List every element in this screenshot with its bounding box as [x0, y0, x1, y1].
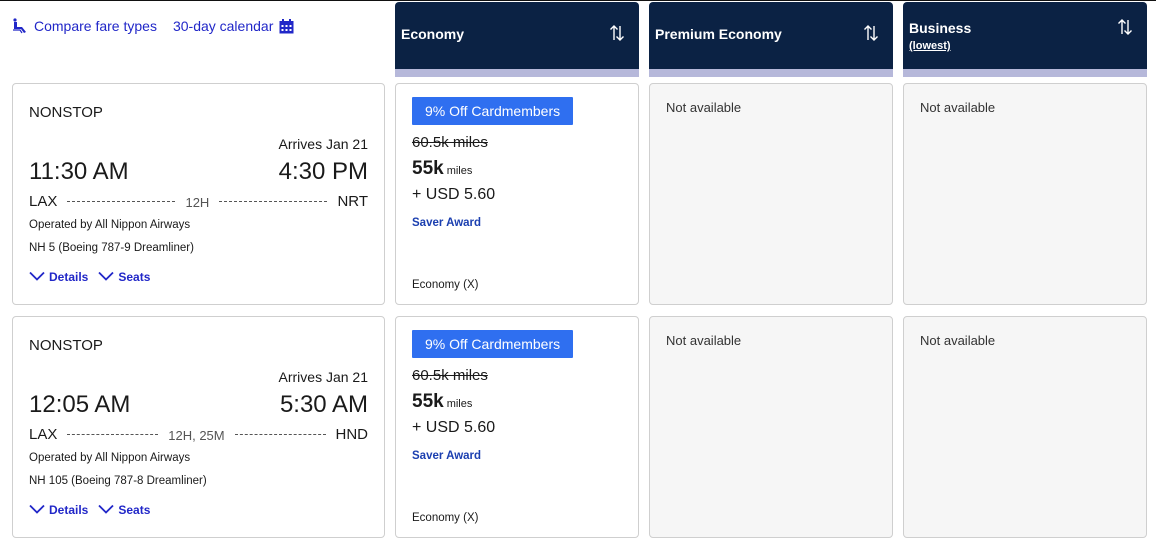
business-fare-card: Not available	[903, 83, 1147, 305]
route-line	[234, 433, 326, 435]
seats-label: Seats	[118, 503, 151, 517]
route-line	[219, 200, 328, 202]
seats-toggle[interactable]: Seats	[98, 503, 150, 517]
economy-fare-card[interactable]: 9% Off Cardmembers 60.5k miles 55k miles …	[395, 316, 639, 538]
not-available-label: Not available	[666, 333, 742, 348]
not-available-label: Not available	[920, 333, 996, 348]
operated-by: Operated by All Nippon Airways	[29, 219, 191, 231]
details-toggle[interactable]: Details	[29, 503, 88, 517]
seats-label: Seats	[118, 270, 151, 284]
duration: 12H, 25M	[168, 428, 225, 443]
original-price: 60.5k miles	[412, 134, 488, 151]
column-title: Premium Economy	[655, 26, 782, 42]
top-border	[0, 0, 1156, 1]
column-title: Business	[909, 20, 972, 36]
column-header-bar	[649, 69, 893, 77]
column-header-economy[interactable]: Economy	[395, 2, 639, 77]
duration: 12H	[185, 195, 210, 210]
departure-time: 11:30 AM	[29, 158, 129, 185]
column-subtitle-link[interactable]: (lowest)	[909, 40, 951, 52]
details-label: Details	[49, 270, 89, 284]
stops-label: NONSTOP	[29, 104, 103, 121]
cabin-class: Economy (X)	[412, 279, 479, 291]
flight-card: NONSTOP Arrives Jan 21 11:30 AM 4:30 PM …	[12, 83, 385, 305]
flight-number: NH 105 (Boeing 787-8 Dreamliner)	[29, 475, 207, 487]
sort-icon[interactable]	[609, 24, 625, 47]
fare-unit: miles	[446, 165, 473, 177]
arrival-date: Arrives Jan 21	[278, 369, 368, 385]
route: LAX 12H NRT	[29, 192, 368, 211]
flight-number: NH 5 (Boeing 787-9 Dreamliner)	[29, 242, 194, 254]
fare-unit: miles	[446, 398, 473, 410]
fare-price: 55k miles	[412, 158, 472, 180]
route-line	[67, 433, 159, 435]
details-toggle[interactable]: Details	[29, 270, 88, 284]
column-header-bar	[395, 69, 639, 77]
chevron-down-icon	[29, 503, 45, 517]
arrival-date: Arrives Jan 21	[278, 136, 368, 152]
cabin-class: Economy (X)	[412, 512, 479, 524]
calendar-link[interactable]: 30-day calendar	[173, 18, 294, 34]
calendar-label: 30-day calendar	[172, 18, 274, 34]
fare-price: 55k miles	[412, 391, 472, 413]
toolbar: Compare fare types 30-day calendar	[12, 18, 294, 34]
flight-links: Details Seats	[29, 503, 150, 517]
column-header-bar	[903, 69, 1147, 77]
seats-toggle[interactable]: Seats	[98, 270, 150, 284]
economy-fare-card[interactable]: 9% Off Cardmembers 60.5k miles 55k miles …	[395, 83, 639, 305]
sort-icon[interactable]	[1117, 18, 1133, 41]
award-type: Saver Award	[412, 450, 482, 462]
compare-fare-types-link[interactable]: Compare fare types	[12, 18, 157, 34]
sort-icon[interactable]	[863, 24, 879, 47]
details-label: Details	[49, 503, 89, 517]
flight-links: Details Seats	[29, 270, 150, 284]
chevron-down-icon	[29, 270, 45, 284]
flight-card: NONSTOP Arrives Jan 21 12:05 AM 5:30 AM …	[12, 316, 385, 538]
arrival-time: 5:30 AM	[279, 391, 368, 418]
destination-airport: NRT	[337, 192, 368, 210]
cardmember-discount-badge[interactable]: 9% Off Cardmembers	[412, 330, 574, 358]
column-header-premium-economy[interactable]: Premium Economy	[649, 2, 893, 77]
fare-fee: + USD 5.60	[412, 419, 496, 436]
stops-label: NONSTOP	[29, 337, 103, 354]
column-title: Economy	[401, 26, 465, 42]
compare-fare-types-label: Compare fare types	[34, 18, 157, 34]
arrival-time: 4:30 PM	[278, 158, 368, 185]
calendar-icon	[279, 18, 294, 34]
not-available-label: Not available	[920, 100, 996, 115]
seat-icon	[12, 18, 28, 34]
departure-time: 12:05 AM	[29, 391, 131, 418]
column-header-business[interactable]: Business (lowest)	[903, 2, 1147, 77]
operated-by: Operated by All Nippon Airways	[29, 452, 191, 464]
fare-miles: 55k	[412, 391, 444, 412]
original-price: 60.5k miles	[412, 367, 488, 384]
route: LAX 12H, 25M HND	[29, 425, 369, 444]
business-fare-card: Not available	[903, 316, 1147, 538]
cardmember-discount-badge[interactable]: 9% Off Cardmembers	[412, 97, 574, 125]
route-line	[67, 200, 176, 202]
fare-fee: + USD 5.60	[412, 186, 496, 203]
premium-economy-fare-card: Not available	[649, 83, 893, 305]
premium-economy-fare-card: Not available	[649, 316, 893, 538]
fare-miles: 55k	[412, 158, 444, 179]
origin-airport: LAX	[29, 425, 58, 443]
origin-airport: LAX	[29, 192, 58, 210]
not-available-label: Not available	[666, 100, 742, 115]
award-type: Saver Award	[412, 217, 482, 229]
chevron-down-icon	[98, 270, 114, 284]
destination-airport: HND	[335, 425, 369, 443]
chevron-down-icon	[98, 503, 114, 517]
